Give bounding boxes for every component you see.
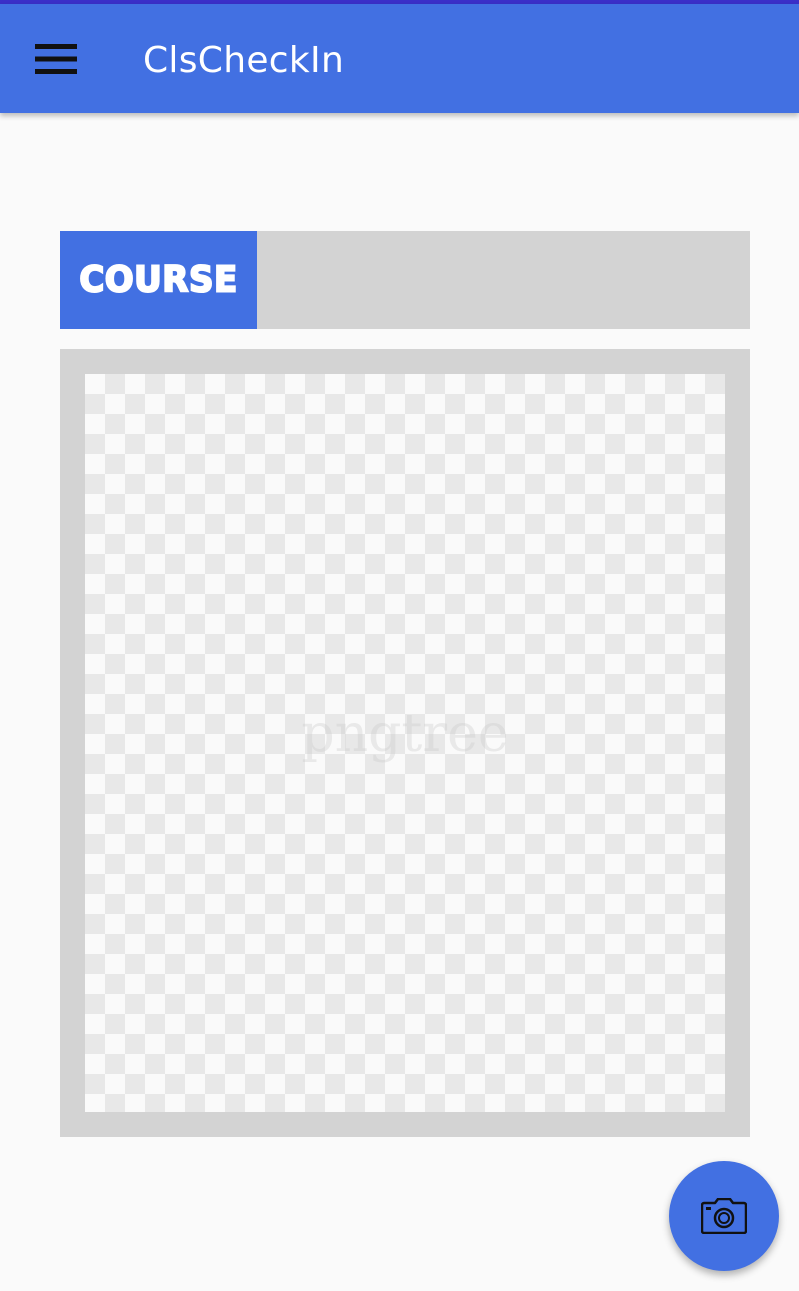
watermark-text: pngtree — [301, 704, 509, 764]
camera-fab-button[interactable] — [669, 1161, 779, 1271]
app-bar: ClsCheckIn — [0, 4, 799, 113]
course-label: COURSE — [78, 258, 238, 302]
image-preview-frame: pngtree — [60, 349, 750, 1137]
menu-button[interactable] — [26, 34, 86, 84]
hamburger-menu-icon — [35, 44, 77, 74]
image-preview-area[interactable]: pngtree — [85, 374, 725, 1112]
course-tab: COURSE — [60, 231, 257, 329]
camera-icon — [701, 1198, 747, 1234]
course-row[interactable]: COURSE — [60, 231, 750, 329]
app-title: ClsCheckIn — [143, 40, 345, 81]
